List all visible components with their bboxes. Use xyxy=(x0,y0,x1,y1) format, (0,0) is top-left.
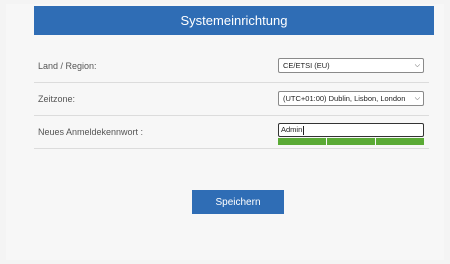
password-strength-meter xyxy=(278,138,424,145)
region-select[interactable]: CE/ETSI (EU) ⌵ xyxy=(278,58,424,73)
strength-segment xyxy=(376,138,424,145)
strength-segment xyxy=(327,138,375,145)
password-input[interactable]: Admin xyxy=(278,123,424,137)
timezone-row: Zeitzone: (UTC+01:00) Dublin, Lisbon, Lo… xyxy=(34,83,429,116)
timezone-label: Zeitzone: xyxy=(38,94,76,104)
setup-page: Systemeinrichtung Land / Region: CE/ETSI… xyxy=(6,4,444,260)
strength-segment xyxy=(278,138,326,145)
timezone-select[interactable]: (UTC+01:00) Dublin, Lisbon, London ⌵ xyxy=(278,91,424,106)
password-label: Neues Anmeldekennwort : xyxy=(38,127,144,137)
save-button[interactable]: Speichern xyxy=(192,190,284,214)
timezone-select-value: (UTC+01:00) Dublin, Lisbon, London xyxy=(283,94,406,103)
password-row: Neues Anmeldekennwort : Admin xyxy=(34,116,429,149)
page-header: Systemeinrichtung xyxy=(34,6,434,35)
page-title: Systemeinrichtung xyxy=(180,13,288,28)
password-input-value: Admin xyxy=(281,125,303,134)
region-label: Land / Region: xyxy=(38,61,97,71)
chevron-down-icon: ⌵ xyxy=(414,95,420,102)
region-row: Land / Region: CE/ETSI (EU) ⌵ xyxy=(34,50,429,83)
region-select-value: CE/ETSI (EU) xyxy=(283,61,330,70)
text-caret xyxy=(303,125,305,135)
chevron-down-icon: ⌵ xyxy=(414,62,420,69)
